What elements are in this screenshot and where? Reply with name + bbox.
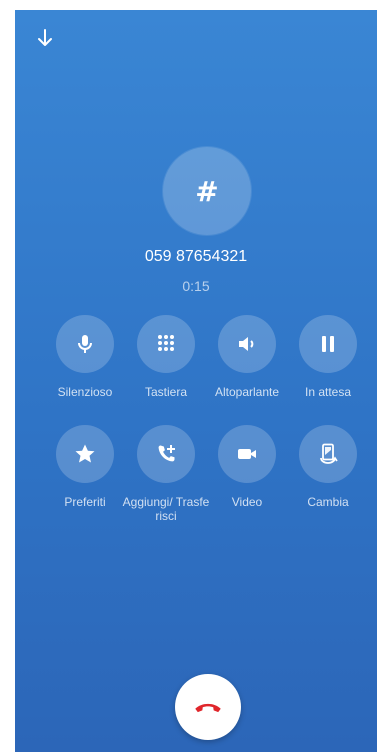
add-transfer-button[interactable]: Aggiungi/ Trasferisci [121, 425, 211, 523]
caller-avatar: # [163, 147, 251, 235]
caller-number: 059 87654321 [144, 248, 248, 265]
microphone-icon [78, 335, 92, 353]
call-timer: 0:15 [182, 278, 210, 294]
dialpad-icon [158, 335, 174, 351]
star-icon [75, 444, 95, 463]
speaker-label: Altoparlante [214, 385, 280, 399]
minimize-call-button[interactable] [33, 26, 57, 50]
keypad-label: Tastiera [144, 385, 188, 399]
add-call-icon [158, 445, 175, 462]
mute-label: Silenzioso [57, 385, 113, 399]
pause-icon [322, 336, 334, 352]
speaker-button[interactable]: Altoparlante [202, 315, 292, 399]
hold-button[interactable]: In attesa [283, 315, 373, 399]
speaker-icon [239, 337, 254, 351]
arrow-down-icon [38, 29, 52, 46]
video-camera-icon [238, 449, 256, 459]
favorites-button[interactable]: Preferiti [40, 425, 130, 509]
mute-button[interactable]: Silenzioso [40, 315, 130, 399]
video-label: Video [231, 495, 263, 509]
add-transfer-label: Aggiungi/ Trasferisci [122, 495, 210, 523]
call-screen: # 059 87654321 0:15 Silenzioso Tastiera [15, 10, 377, 752]
keypad-button[interactable]: Tastiera [121, 315, 211, 399]
end-call-button[interactable] [175, 674, 241, 740]
hangup-icon [195, 703, 221, 713]
hold-label: In attesa [304, 385, 352, 399]
video-button[interactable]: Video [202, 425, 292, 509]
favorites-label: Preferiti [64, 495, 106, 509]
swap-device-icon [320, 443, 338, 464]
switch-button[interactable]: Cambia [283, 425, 373, 509]
switch-label: Cambia [307, 495, 349, 509]
